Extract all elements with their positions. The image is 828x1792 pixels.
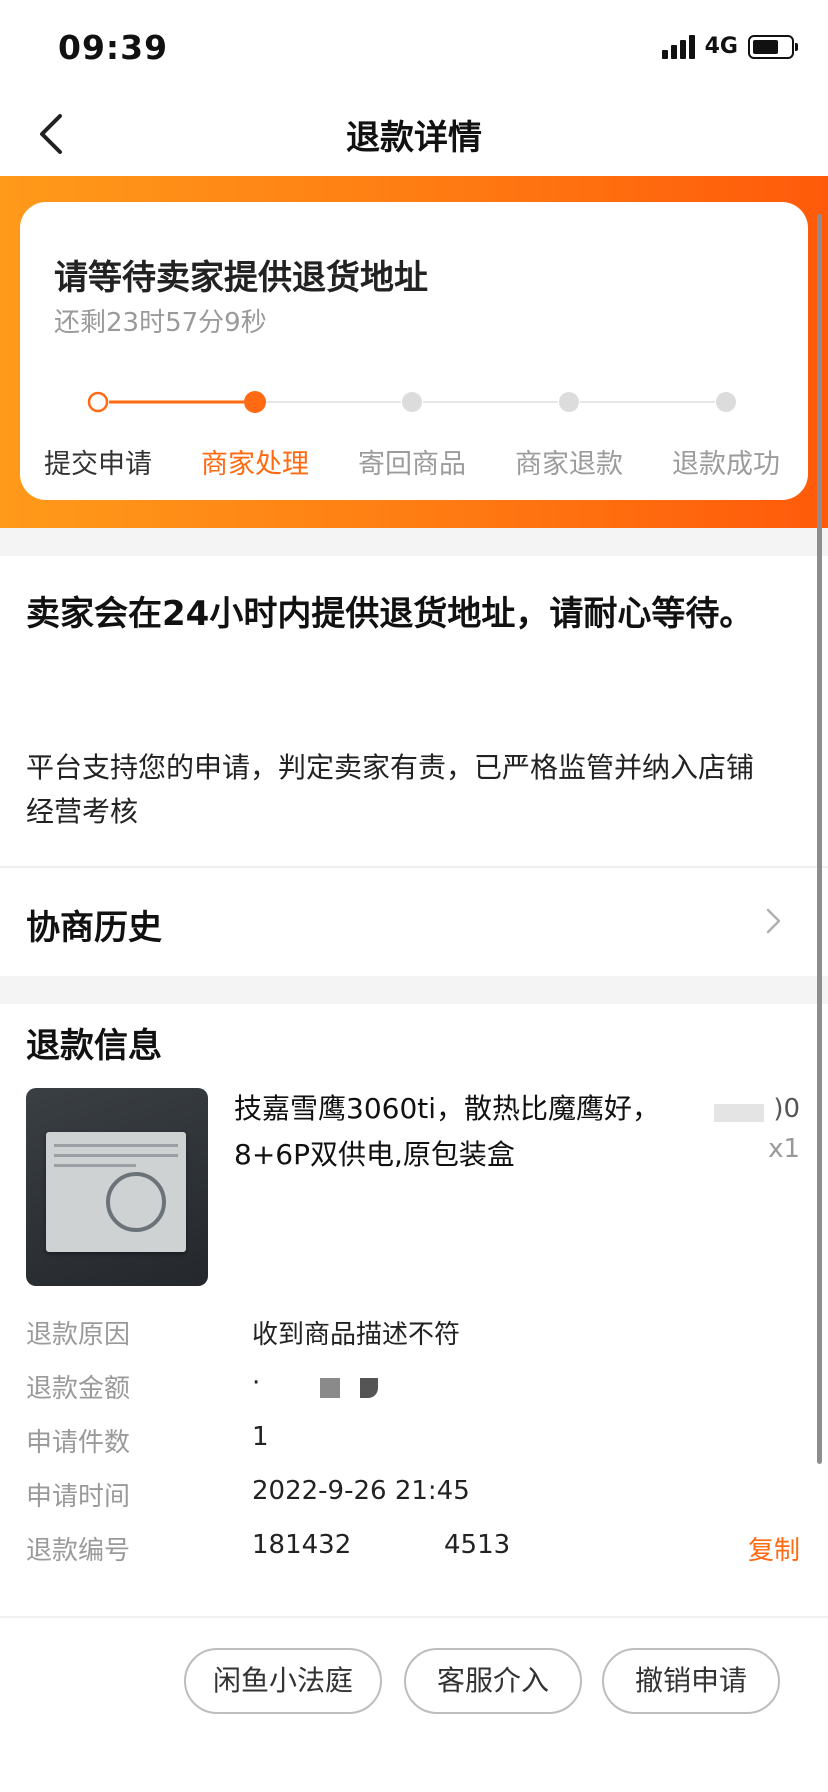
network-type: 4G <box>704 34 738 59</box>
negotiation-history-row[interactable]: 协商历史 <box>0 866 828 976</box>
product-thumbnail[interactable] <box>26 1088 208 1286</box>
copy-button[interactable]: 复制 <box>748 1530 800 1567</box>
battery-icon <box>748 34 798 59</box>
product-quantity: x1 <box>768 1134 800 1164</box>
refund-info-section: 退款信息 技嘉雪鹰3060ti，散热比魔鹰好，8+6P双供电,原包装盒 )0 x… <box>0 1004 828 1616</box>
progress-title: 请等待卖家提供退货地址 <box>54 258 428 298</box>
refund-amount-row: 退款金额 · <box>0 1358 828 1412</box>
status-indicators: 4G <box>661 34 798 59</box>
progress-steps-track <box>87 391 736 413</box>
refund-reason-row: 退款原因 收到商品描述不符 <box>0 1304 828 1358</box>
negotiation-history-label: 协商历史 <box>26 908 162 948</box>
refund-amount-key: 退款金额 <box>26 1374 131 1404</box>
progress-step-dot <box>87 391 109 413</box>
progress-step-dot <box>716 392 736 412</box>
apply-time-value: 2022-9-26 21:45 <box>252 1476 470 1506</box>
product-box-image <box>46 1132 186 1252</box>
refund-info-rows: 退款原因 收到商品描述不符 退款金额 · 申请件数 1 申请时间 2022-9-… <box>0 1304 828 1574</box>
refund-number-row: 退款编号 181432 4513 复制 <box>0 1520 828 1574</box>
price-redaction <box>714 1104 764 1122</box>
step-label-merchant-refund: 商家退款 <box>515 449 623 480</box>
progress-card: 请等待卖家提供退货地址 还剩23时57分9秒 提交申请 商家处理 寄回商品 商家… <box>20 202 808 500</box>
scrollbar[interactable] <box>817 214 822 1464</box>
bottom-action-bar: 闲鱼小法庭 客服介入 撤销申请 <box>0 1616 828 1792</box>
step-label-merchant-processing: 商家处理 <box>201 449 309 480</box>
step-label-submit: 提交申请 <box>44 449 152 480</box>
refund-amount-value: · <box>252 1368 261 1398</box>
amount-redaction <box>320 1378 340 1398</box>
amount-redaction <box>360 1378 378 1398</box>
step-label-return-goods: 寄回商品 <box>358 449 466 480</box>
refund-reason-value: 收到商品描述不符 <box>252 1320 461 1350</box>
step-label-refund-success: 退款成功 <box>672 449 780 480</box>
cancel-request-button[interactable]: 撤销申请 <box>602 1648 780 1714</box>
refund-detail-page: 09:39 4G 退款详情 请等待卖家提供退货地址 还剩23时57分9秒 提交申… <box>0 0 828 1792</box>
signal-icon <box>661 34 695 59</box>
xianyu-court-button[interactable]: 闲鱼小法庭 <box>184 1648 382 1714</box>
status-bar: 09:39 4G <box>0 0 828 92</box>
page-title: 退款详情 <box>346 118 482 158</box>
apply-count-key: 申请件数 <box>26 1428 131 1458</box>
product-price: )0 <box>773 1094 800 1124</box>
status-message-sub: 平台支持您的申请，判定卖家有责，已严格监管并纳入店铺经营考核 <box>26 751 755 828</box>
nav-bar: 退款详情 <box>0 92 828 176</box>
apply-count-value: 1 <box>252 1422 269 1452</box>
status-time: 09:39 <box>58 28 169 67</box>
progress-step-dot <box>559 392 579 412</box>
product-name[interactable]: 技嘉雪鹰3060ti，散热比魔鹰好，8+6P双供电,原包装盒 <box>234 1086 674 1178</box>
apply-time-row: 申请时间 2022-9-26 21:45 <box>0 1466 828 1520</box>
refund-number-value-start: 181432 <box>252 1530 352 1560</box>
refund-number-key: 退款编号 <box>26 1536 131 1566</box>
status-message-section: 卖家会在24小时内提供退货地址，请耐心等待。 平台支持您的申请，判定卖家有责，已… <box>0 556 828 866</box>
chevron-right-icon <box>766 908 781 934</box>
apply-time-key: 申请时间 <box>26 1482 131 1512</box>
customer-service-button[interactable]: 客服介入 <box>404 1648 582 1714</box>
apply-count-row: 申请件数 1 <box>0 1412 828 1466</box>
progress-step-dot <box>402 392 422 412</box>
refund-info-title: 退款信息 <box>26 1026 162 1066</box>
progress-step-dot <box>244 391 266 413</box>
status-message-main: 卖家会在24小时内提供退货地址，请耐心等待。 <box>26 594 754 634</box>
refund-number-value-end: 4513 <box>444 1530 511 1560</box>
refund-reason-key: 退款原因 <box>26 1320 131 1350</box>
countdown-text: 还剩23时57分9秒 <box>54 308 267 338</box>
